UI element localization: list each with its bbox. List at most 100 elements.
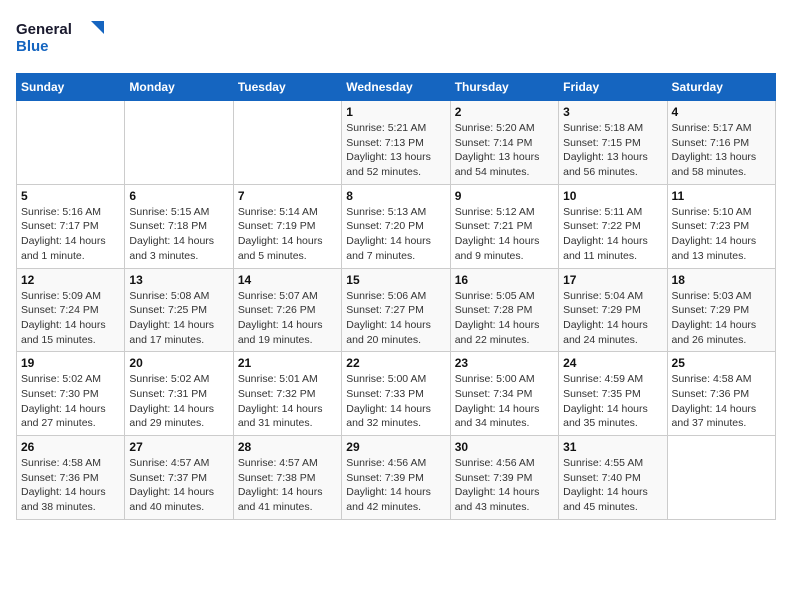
- page-header: General Blue: [16, 16, 776, 61]
- calendar-cell: [233, 101, 341, 185]
- day-number: 19: [21, 356, 120, 370]
- calendar-cell: 22 Sunrise: 5:00 AMSunset: 7:33 PMDayligh…: [342, 352, 450, 436]
- calendar-cell: 31 Sunrise: 4:55 AMSunset: 7:40 PMDayligh…: [559, 436, 667, 520]
- weekday-header-row: SundayMondayTuesdayWednesdayThursdayFrid…: [17, 74, 776, 101]
- day-number: 15: [346, 273, 445, 287]
- day-info: Sunrise: 5:11 AMSunset: 7:22 PMDaylight:…: [563, 205, 662, 264]
- day-info: Sunrise: 4:57 AMSunset: 7:37 PMDaylight:…: [129, 456, 228, 515]
- day-number: 11: [672, 189, 771, 203]
- calendar-cell: 25Sunrise: 4:58 AMSunset: 7:36 PMDayligh…: [667, 352, 775, 436]
- svg-text:Blue: Blue: [16, 38, 49, 55]
- week-row-1: 1 Sunrise: 5:21 AMSunset: 7:13 PMDaylight…: [17, 101, 776, 185]
- calendar-cell: 3 Sunrise: 5:18 AMSunset: 7:15 PMDaylight…: [559, 101, 667, 185]
- weekday-header-thursday: Thursday: [450, 74, 558, 101]
- day-number: 30: [455, 440, 554, 454]
- calendar-cell: 7 Sunrise: 5:14 AMSunset: 7:19 PMDaylight…: [233, 184, 341, 268]
- calendar-cell: 23 Sunrise: 5:00 AMSunset: 7:34 PMDayligh…: [450, 352, 558, 436]
- weekday-header-monday: Monday: [125, 74, 233, 101]
- week-row-5: 26 Sunrise: 4:58 AMSunset: 7:36 PMDayligh…: [17, 436, 776, 520]
- weekday-header-sunday: Sunday: [17, 74, 125, 101]
- day-number: 9: [455, 189, 554, 203]
- day-info: Sunrise: 4:56 AMSunset: 7:39 PMDaylight:…: [455, 456, 554, 515]
- day-info: Sunrise: 5:15 AMSunset: 7:18 PMDaylight:…: [129, 205, 228, 264]
- day-number: 4: [672, 105, 771, 119]
- day-info: Sunrise: 5:09 AMSunset: 7:24 PMDaylight:…: [21, 289, 120, 348]
- day-number: 5: [21, 189, 120, 203]
- day-info: Sunrise: 5:06 AMSunset: 7:27 PMDaylight:…: [346, 289, 445, 348]
- calendar-cell: 6Sunrise: 5:15 AMSunset: 7:18 PMDaylight…: [125, 184, 233, 268]
- day-info: Sunrise: 5:02 AMSunset: 7:31 PMDaylight:…: [129, 372, 228, 431]
- calendar-cell: 16 Sunrise: 5:05 AMSunset: 7:28 PMDayligh…: [450, 268, 558, 352]
- weekday-header-friday: Friday: [559, 74, 667, 101]
- day-info: Sunrise: 5:05 AMSunset: 7:28 PMDaylight:…: [455, 289, 554, 348]
- day-number: 26: [21, 440, 120, 454]
- day-number: 29: [346, 440, 445, 454]
- calendar-cell: 26 Sunrise: 4:58 AMSunset: 7:36 PMDayligh…: [17, 436, 125, 520]
- calendar-cell: 12 Sunrise: 5:09 AMSunset: 7:24 PMDayligh…: [17, 268, 125, 352]
- day-info: Sunrise: 4:57 AMSunset: 7:38 PMDaylight:…: [238, 456, 337, 515]
- calendar-cell: 11 Sunrise: 5:10 AMSunset: 7:23 PMDayligh…: [667, 184, 775, 268]
- logo-svg: General Blue: [16, 16, 106, 61]
- calendar-cell: 20 Sunrise: 5:02 AMSunset: 7:31 PMDayligh…: [125, 352, 233, 436]
- calendar-cell: 18 Sunrise: 5:03 AMSunset: 7:29 PMDayligh…: [667, 268, 775, 352]
- day-number: 7: [238, 189, 337, 203]
- day-number: 22: [346, 356, 445, 370]
- day-number: 14: [238, 273, 337, 287]
- calendar-cell: [17, 101, 125, 185]
- day-info: Sunrise: 5:00 AMSunset: 7:33 PMDaylight:…: [346, 372, 445, 431]
- day-number: 16: [455, 273, 554, 287]
- day-info: Sunrise: 5:08 AMSunset: 7:25 PMDaylight:…: [129, 289, 228, 348]
- calendar-cell: 24 Sunrise: 4:59 AMSunset: 7:35 PMDayligh…: [559, 352, 667, 436]
- day-info: Sunrise: 5:20 AMSunset: 7:14 PMDaylight:…: [455, 121, 554, 180]
- day-number: 12: [21, 273, 120, 287]
- day-number: 24: [563, 356, 662, 370]
- day-number: 23: [455, 356, 554, 370]
- day-info: Sunrise: 5:21 AMSunset: 7:13 PMDaylight:…: [346, 121, 445, 180]
- day-info: Sunrise: 4:58 AMSunset: 7:36 PMDaylight:…: [672, 372, 771, 431]
- calendar-cell: 17 Sunrise: 5:04 AMSunset: 7:29 PMDayligh…: [559, 268, 667, 352]
- day-number: 1: [346, 105, 445, 119]
- week-row-2: 5 Sunrise: 5:16 AMSunset: 7:17 PMDaylight…: [17, 184, 776, 268]
- calendar-cell: [667, 436, 775, 520]
- calendar-cell: 10Sunrise: 5:11 AMSunset: 7:22 PMDayligh…: [559, 184, 667, 268]
- weekday-header-wednesday: Wednesday: [342, 74, 450, 101]
- calendar-cell: 14 Sunrise: 5:07 AMSunset: 7:26 PMDayligh…: [233, 268, 341, 352]
- calendar-cell: 8 Sunrise: 5:13 AMSunset: 7:20 PMDaylight…: [342, 184, 450, 268]
- calendar-cell: 15 Sunrise: 5:06 AMSunset: 7:27 PMDayligh…: [342, 268, 450, 352]
- calendar-cell: 1 Sunrise: 5:21 AMSunset: 7:13 PMDaylight…: [342, 101, 450, 185]
- day-number: 27: [129, 440, 228, 454]
- weekday-header-saturday: Saturday: [667, 74, 775, 101]
- day-info: Sunrise: 5:04 AMSunset: 7:29 PMDaylight:…: [563, 289, 662, 348]
- day-info: Sunrise: 4:59 AMSunset: 7:35 PMDaylight:…: [563, 372, 662, 431]
- day-info: Sunrise: 4:55 AMSunset: 7:40 PMDaylight:…: [563, 456, 662, 515]
- day-info: Sunrise: 5:07 AMSunset: 7:26 PMDaylight:…: [238, 289, 337, 348]
- day-info: Sunrise: 5:17 AMSunset: 7:16 PMDaylight:…: [672, 121, 771, 180]
- day-number: 31: [563, 440, 662, 454]
- day-number: 3: [563, 105, 662, 119]
- svg-text:General: General: [16, 21, 72, 38]
- calendar-cell: 28Sunrise: 4:57 AMSunset: 7:38 PMDayligh…: [233, 436, 341, 520]
- day-info: Sunrise: 5:00 AMSunset: 7:34 PMDaylight:…: [455, 372, 554, 431]
- week-row-3: 12 Sunrise: 5:09 AMSunset: 7:24 PMDayligh…: [17, 268, 776, 352]
- day-number: 18: [672, 273, 771, 287]
- calendar-cell: 4 Sunrise: 5:17 AMSunset: 7:16 PMDaylight…: [667, 101, 775, 185]
- weekday-header-tuesday: Tuesday: [233, 74, 341, 101]
- day-number: 13: [129, 273, 228, 287]
- day-number: 8: [346, 189, 445, 203]
- calendar-cell: 30 Sunrise: 4:56 AMSunset: 7:39 PMDayligh…: [450, 436, 558, 520]
- day-info: Sunrise: 5:10 AMSunset: 7:23 PMDaylight:…: [672, 205, 771, 264]
- day-number: 20: [129, 356, 228, 370]
- calendar-table: SundayMondayTuesdayWednesdayThursdayFrid…: [16, 73, 776, 520]
- calendar-cell: 19Sunrise: 5:02 AMSunset: 7:30 PMDayligh…: [17, 352, 125, 436]
- day-info: Sunrise: 4:58 AMSunset: 7:36 PMDaylight:…: [21, 456, 120, 515]
- day-number: 17: [563, 273, 662, 287]
- day-info: Sunrise: 5:03 AMSunset: 7:29 PMDaylight:…: [672, 289, 771, 348]
- day-info: Sunrise: 5:14 AMSunset: 7:19 PMDaylight:…: [238, 205, 337, 264]
- day-info: Sunrise: 5:13 AMSunset: 7:20 PMDaylight:…: [346, 205, 445, 264]
- day-number: 2: [455, 105, 554, 119]
- calendar-cell: 5 Sunrise: 5:16 AMSunset: 7:17 PMDaylight…: [17, 184, 125, 268]
- day-info: Sunrise: 5:12 AMSunset: 7:21 PMDaylight:…: [455, 205, 554, 264]
- day-number: 21: [238, 356, 337, 370]
- day-info: Sunrise: 5:16 AMSunset: 7:17 PMDaylight:…: [21, 205, 120, 264]
- day-info: Sunrise: 5:18 AMSunset: 7:15 PMDaylight:…: [563, 121, 662, 180]
